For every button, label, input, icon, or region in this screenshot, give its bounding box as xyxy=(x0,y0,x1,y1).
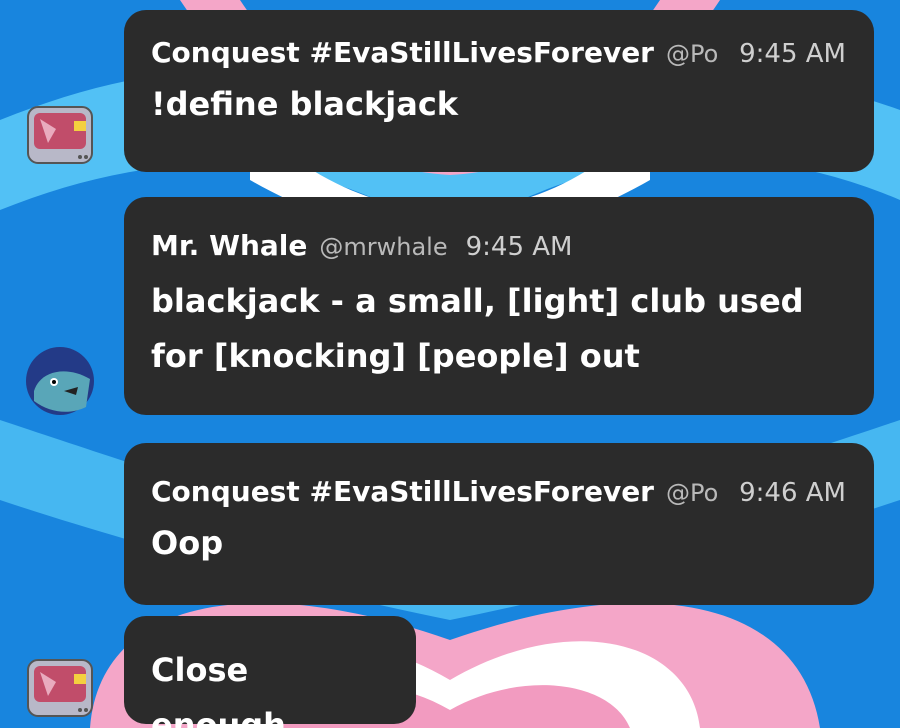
message-text: !define blackjack xyxy=(151,85,459,123)
avatar-tv-monitor-icon[interactable] xyxy=(24,99,96,171)
message-card: Conquest #EvaStillLivesForever @Po 9:46 … xyxy=(124,443,874,605)
message-author[interactable]: Conquest #EvaStillLivesForever xyxy=(151,475,654,508)
message-card: Conquest #EvaStillLivesForever @Po 9:45 … xyxy=(124,10,874,172)
message-handle[interactable]: @Po xyxy=(666,479,724,507)
message-handle[interactable]: @mrwhale xyxy=(319,233,447,261)
avatar-whale-face-icon[interactable] xyxy=(24,345,96,417)
message-header: Conquest #EvaStillLivesForever @Po 9:45 … xyxy=(151,36,846,69)
message-card: Mr. Whale @mrwhale 9:45 AM blackjack - a… xyxy=(124,197,874,415)
message-header: Conquest #EvaStillLivesForever @Po 9:46 … xyxy=(151,475,846,508)
message-author[interactable]: Mr. Whale xyxy=(151,229,307,262)
avatar-tv-monitor-icon[interactable] xyxy=(24,652,96,724)
message-card: Close enough xyxy=(124,616,416,728)
message-time: 9:45 AM xyxy=(465,232,573,262)
message-author[interactable]: Conquest #EvaStillLivesForever xyxy=(151,36,654,69)
message-text: Oop xyxy=(151,524,224,562)
message-header: Mr. Whale @mrwhale 9:45 AM xyxy=(151,229,846,262)
message-handle[interactable]: @Po xyxy=(666,40,724,68)
message-text: Close enough xyxy=(151,651,286,728)
message-time: 9:45 AM xyxy=(739,39,846,69)
message-time: 9:46 AM xyxy=(739,478,846,508)
message-text: blackjack - a small, [light] club used f… xyxy=(151,282,804,375)
